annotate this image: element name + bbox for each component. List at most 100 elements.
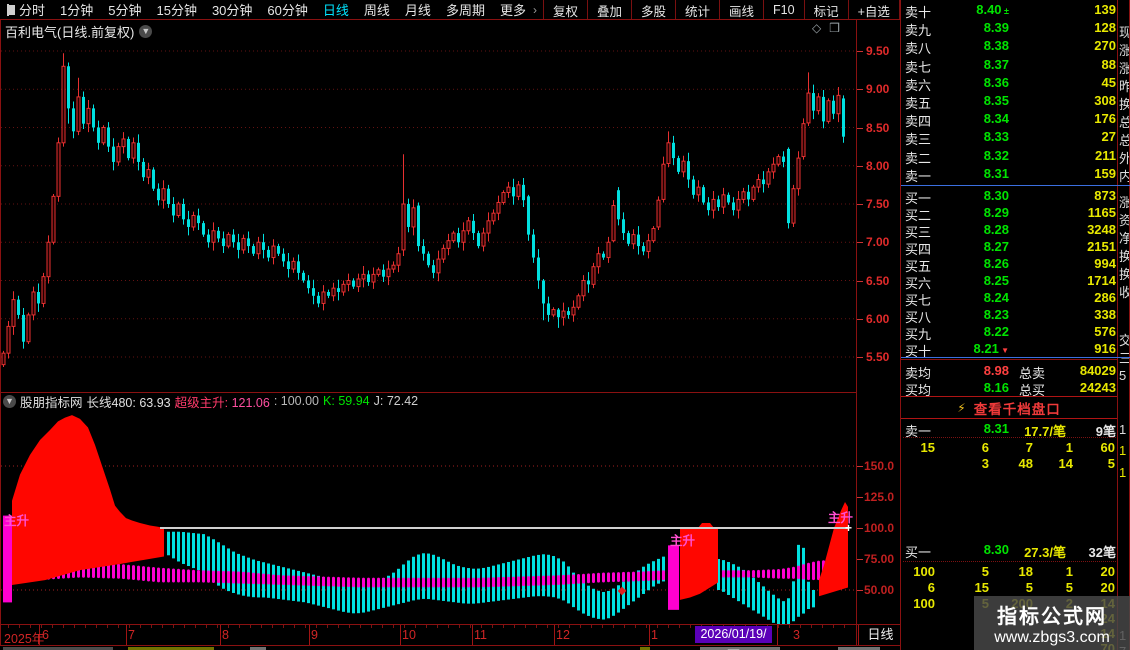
week-tick xyxy=(822,625,823,628)
month-separator xyxy=(554,625,555,645)
menu-button-+自选[interactable]: +自选 xyxy=(847,0,899,19)
orderbook-cell: 8.31 xyxy=(983,165,1009,181)
axis-tick xyxy=(857,280,863,282)
divider xyxy=(901,357,1130,358)
period-box[interactable]: 日线 xyxy=(858,624,903,646)
week-tick xyxy=(624,625,625,628)
orderbook-cell: 8.30 xyxy=(983,188,1009,203)
week-tick xyxy=(635,625,636,628)
chevron-down-icon[interactable]: ▼ xyxy=(139,25,153,38)
divider xyxy=(0,645,901,646)
month-label: 9 xyxy=(311,628,318,642)
week-tick xyxy=(459,625,460,628)
orderbook-cell: 60 xyxy=(1100,440,1115,455)
week-tick xyxy=(448,625,449,628)
orderbook-cell: 916 xyxy=(1094,341,1116,356)
menu-item-周线[interactable]: 周线 xyxy=(364,0,390,19)
week-tick xyxy=(250,625,251,628)
up-down-mark: ± xyxy=(1001,6,1009,16)
week-tick xyxy=(239,625,240,628)
more-chevron-icon: › xyxy=(532,2,537,17)
menu-button-F10[interactable]: F10 xyxy=(763,0,804,19)
divider xyxy=(856,19,857,646)
menu-button-画线[interactable]: 画线 xyxy=(719,0,763,19)
chart-corner-icons[interactable]: ◇❒ xyxy=(812,21,848,35)
month-label: 11 xyxy=(474,628,487,642)
svg-text:+: + xyxy=(845,521,852,535)
clipped-strip-char: 1 xyxy=(1119,422,1127,437)
orderbook-cell: 45 xyxy=(1101,74,1116,90)
orderbook-cell: 159 xyxy=(1094,165,1116,181)
menu-item-1分钟[interactable]: 1分钟 xyxy=(60,0,93,19)
indicator-site-label: 股朋指标网 xyxy=(20,395,83,410)
menu-button-多股[interactable]: 多股 xyxy=(631,0,675,19)
week-tick xyxy=(503,625,504,628)
menu-item-月线[interactable]: 月线 xyxy=(405,0,431,19)
menu-button-标记[interactable]: 标记 xyxy=(803,0,848,19)
month-label: 1 xyxy=(651,628,658,642)
dotted-divider xyxy=(903,561,1116,562)
tool-menu: 复权叠加多股统计画线F10标记+自选返回 xyxy=(542,0,944,19)
orderbook-cell: 8.25 xyxy=(983,273,1009,288)
orderbook-cell: 100 xyxy=(913,596,935,611)
month-label: 10 xyxy=(402,628,416,642)
orderbook-cell: 6 xyxy=(981,440,989,455)
orderbook-cell: 8.29 xyxy=(983,205,1009,220)
clipped-strip-char: 1 xyxy=(1119,465,1127,480)
week-tick xyxy=(327,625,328,628)
menu-button-叠加[interactable]: 叠加 xyxy=(586,0,631,19)
orderbook-cell: 32笔 xyxy=(1088,545,1116,560)
menu-item-日线[interactable]: 日线 xyxy=(323,0,349,19)
week-tick xyxy=(800,625,801,628)
menu-item-更多[interactable]: 更多 xyxy=(500,0,526,19)
order-book-panel[interactable]: 卖十 8.40 ± 139 卖九 8.39 128 卖八 8.38 270 卖七 8.37 88 卖六 8… xyxy=(901,0,1118,650)
orderbook-cell: 873 xyxy=(1094,188,1116,203)
week-tick xyxy=(426,625,427,628)
week-tick xyxy=(107,625,108,628)
menu-item-多周期[interactable]: 多周期 xyxy=(446,0,485,19)
candlestick-chart[interactable] xyxy=(0,20,858,392)
divider xyxy=(901,185,1130,186)
week-tick xyxy=(338,625,339,628)
chevron-down-icon[interactable]: ▼ xyxy=(3,394,16,408)
orderbook-cell: 8.26 xyxy=(983,256,1009,271)
month-label: 6 xyxy=(42,628,49,642)
indicator-axis-label: 100.0 xyxy=(864,521,895,535)
view-qiandang-button[interactable]: ⚡ 查看千档盘口 xyxy=(901,396,1117,419)
orderbook-cell: 14 xyxy=(1058,456,1073,471)
clipped-strip-char: 5 xyxy=(1119,368,1127,383)
orderbook-cell: 338 xyxy=(1094,307,1116,322)
menu-item-15分钟[interactable]: 15分钟 xyxy=(156,0,196,19)
menu-item-30分钟[interactable]: 30分钟 xyxy=(212,0,252,19)
orderbook-cell: 994 xyxy=(1094,256,1116,271)
price-axis-label: 8.00 xyxy=(866,158,890,173)
menu-button-复权[interactable]: 复权 xyxy=(542,0,587,19)
week-tick xyxy=(206,625,207,628)
orderbook-cell: 84029 xyxy=(1079,363,1116,378)
orderbook-cell: 8.24 xyxy=(983,290,1009,305)
sidebar-toggle-icon[interactable] xyxy=(7,3,15,16)
indicator-chart[interactable]: 主升主升主升+ xyxy=(0,392,858,624)
menu-button-统计[interactable]: 统计 xyxy=(675,0,719,19)
week-tick xyxy=(547,625,548,628)
orderbook-cell: 8.28 xyxy=(983,222,1009,237)
menu-item-60分钟[interactable]: 60分钟 xyxy=(267,0,307,19)
axis-tick xyxy=(857,204,863,205)
menu-item-5分钟[interactable]: 5分钟 xyxy=(108,0,141,19)
week-tick xyxy=(140,625,141,628)
week-tick xyxy=(63,625,64,628)
week-tick xyxy=(349,625,350,628)
orderbook-cell: 211 xyxy=(1095,147,1116,163)
divider xyxy=(0,19,1,646)
orderbook-cell: 176 xyxy=(1094,111,1116,127)
orderbook-cell: 1 xyxy=(1065,564,1073,579)
week-tick xyxy=(789,625,790,628)
week-tick xyxy=(52,625,53,628)
orderbook-cell: 3 xyxy=(981,456,989,471)
menu-item-分时[interactable]: 分时 xyxy=(19,0,45,19)
month-separator xyxy=(777,625,778,645)
week-tick xyxy=(492,625,493,628)
month-separator xyxy=(126,625,127,645)
divider xyxy=(0,392,857,393)
orderbook-cell: 2151 xyxy=(1087,239,1116,254)
